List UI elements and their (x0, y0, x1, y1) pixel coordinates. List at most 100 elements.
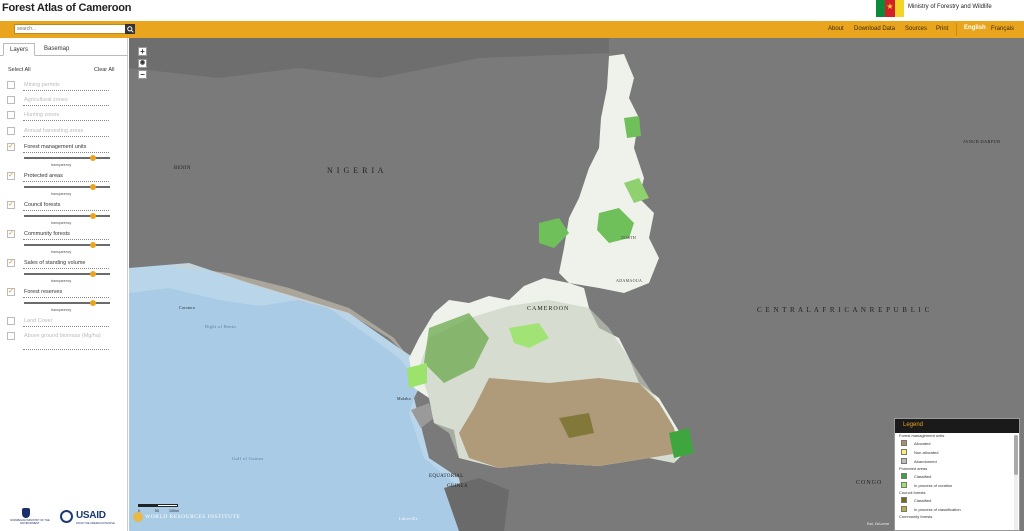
layer-label: Community forests (24, 231, 70, 237)
legend-panel: Legend Forest management units Allocated N… (894, 418, 1020, 531)
transparency-label: transparency (51, 163, 72, 167)
transparency-slider[interactable] (24, 300, 110, 306)
layer-checkbox[interactable] (7, 111, 15, 119)
language-french-link[interactable]: Français (991, 26, 1014, 32)
app-header: Forest Atlas of Cameroon Ministry of For… (0, 0, 1024, 21)
transparency-slider[interactable] (24, 242, 110, 248)
legend-item-label: In process of creation (914, 483, 953, 488)
language-english-link[interactable]: English (964, 25, 986, 31)
norway-ministry-text: NORWEGIAN MINISTRY OF THE ENVIRONMENT (10, 519, 50, 525)
legend-swatch (901, 449, 907, 455)
layer-divider (23, 181, 109, 182)
scale-label-100: 100mi (169, 509, 179, 513)
layer-label: Agricultural zones (24, 97, 68, 103)
tab-layers[interactable]: Layers (3, 43, 36, 56)
legend-item-label: Allocated (914, 441, 931, 446)
layer-label: Forest management units (24, 144, 87, 150)
layer-checkbox[interactable] (7, 332, 15, 340)
norway-crest-icon (22, 508, 30, 518)
transparency-label: transparency (51, 279, 72, 283)
transparency-label: transparency (51, 192, 72, 196)
map-place-label: Gulf of Guinea (232, 456, 264, 461)
legend-item: In process of creation (899, 481, 1013, 490)
layer-checkbox[interactable]: ✓ (7, 288, 15, 296)
slider-handle[interactable] (89, 242, 96, 248)
map-place-label: Cotonou (179, 305, 195, 310)
layer-label: Hunting zones (24, 112, 60, 118)
map-place-label: BENIN (174, 166, 191, 171)
legend-item-label: In process of classification (914, 507, 961, 512)
slider-handle[interactable] (89, 213, 96, 219)
map-place-label: CONGO (856, 480, 883, 486)
nav-about-link[interactable]: About (828, 26, 844, 32)
transparency-slider[interactable] (24, 213, 110, 219)
nav-sources-link[interactable]: Sources (905, 26, 927, 32)
slider-handle[interactable] (89, 300, 96, 306)
map-place-label: CAMEROON (527, 306, 570, 312)
transparency-slider[interactable] (24, 155, 110, 161)
map-view[interactable]: + ◉ − N I G E R I A CAMEROON C E N T R A L… (129, 38, 1024, 531)
layer-checkbox[interactable] (7, 96, 15, 104)
slider-handle[interactable] (89, 155, 96, 161)
slider-handle[interactable] (89, 271, 96, 277)
map-place-label: Malabo (397, 396, 412, 401)
legend-swatch (901, 473, 907, 479)
layer-divider (23, 152, 109, 153)
map-place-label: Bight of Benin (205, 324, 236, 329)
clear-all-link[interactable]: Clear All (94, 67, 114, 73)
layer-label: Annual harvesting areas (24, 128, 84, 134)
layer-checkbox[interactable]: ✓ (7, 201, 15, 209)
slider-handle[interactable] (89, 184, 96, 190)
legend-item: Classified (899, 496, 1013, 505)
legend-item: In process of classification (899, 505, 1013, 514)
legend-item-label: Non allocated (914, 450, 939, 455)
nav-download-data-link[interactable]: Download Data (854, 26, 895, 32)
layer-divider (23, 90, 109, 91)
legend-swatch (901, 458, 907, 464)
layer-checkbox[interactable]: ✓ (7, 230, 15, 238)
cameroon-flag-icon (876, 0, 904, 17)
tab-basemap[interactable]: Basemap (38, 43, 75, 56)
layer-divider (23, 326, 109, 327)
select-all-link[interactable]: Select All (8, 67, 31, 73)
map-place-label: GUINEA (447, 484, 468, 489)
usaid-logo-text: USAID (76, 510, 106, 521)
ministry-name: Ministry of Forestry and Wildlife (908, 4, 992, 10)
layer-checkbox[interactable] (7, 81, 15, 89)
legend-item-label: Classified (914, 498, 932, 503)
partner-logos: NORWEGIAN MINISTRY OF THE ENVIRONMENT US… (0, 506, 128, 531)
locate-button[interactable]: ◉ (138, 59, 147, 68)
layer-label: Land Cover (24, 318, 53, 324)
nav-print-link[interactable]: Print (936, 26, 948, 32)
transparency-label: transparency (51, 221, 72, 225)
legend-title[interactable]: Legend (895, 419, 1019, 433)
layer-checkbox[interactable] (7, 127, 15, 135)
layer-divider (23, 136, 109, 137)
layer-checkbox[interactable]: ✓ (7, 143, 15, 151)
layer-divider (23, 120, 109, 121)
transparency-slider[interactable] (24, 271, 110, 277)
layer-checkbox[interactable] (7, 317, 15, 325)
map-place-label: Libreville (399, 516, 418, 521)
search-input[interactable] (14, 24, 126, 34)
layer-label: Sales of standing volume (24, 260, 86, 266)
map-place-label: JANUB DARFUR (963, 139, 1001, 144)
zoom-out-button[interactable]: − (138, 70, 147, 79)
legend-group-title: Community forests (899, 514, 933, 519)
zoom-in-button[interactable]: + (138, 47, 147, 56)
layers-sidebar: Layers Basemap Select All Clear All Mini… (0, 38, 128, 531)
layer-divider (23, 210, 109, 211)
legend-item-label: Classified (914, 474, 932, 479)
transparency-slider[interactable] (24, 184, 110, 190)
layer-divider (23, 349, 109, 350)
layer-checkbox[interactable]: ✓ (7, 172, 15, 180)
legend-scrollbar[interactable] (1014, 435, 1018, 530)
legend-swatch (901, 497, 907, 503)
search-button[interactable] (125, 24, 135, 34)
layer-checkbox[interactable]: ✓ (7, 259, 15, 267)
transparency-label: transparency (51, 250, 72, 254)
layer-label: Protected areas (24, 173, 63, 179)
legend-item: Abandonned (899, 457, 1013, 466)
scale-label-50: 50 (155, 509, 159, 513)
wri-logo-text: WORLD RESOURCES INSTITUTE (145, 514, 241, 520)
